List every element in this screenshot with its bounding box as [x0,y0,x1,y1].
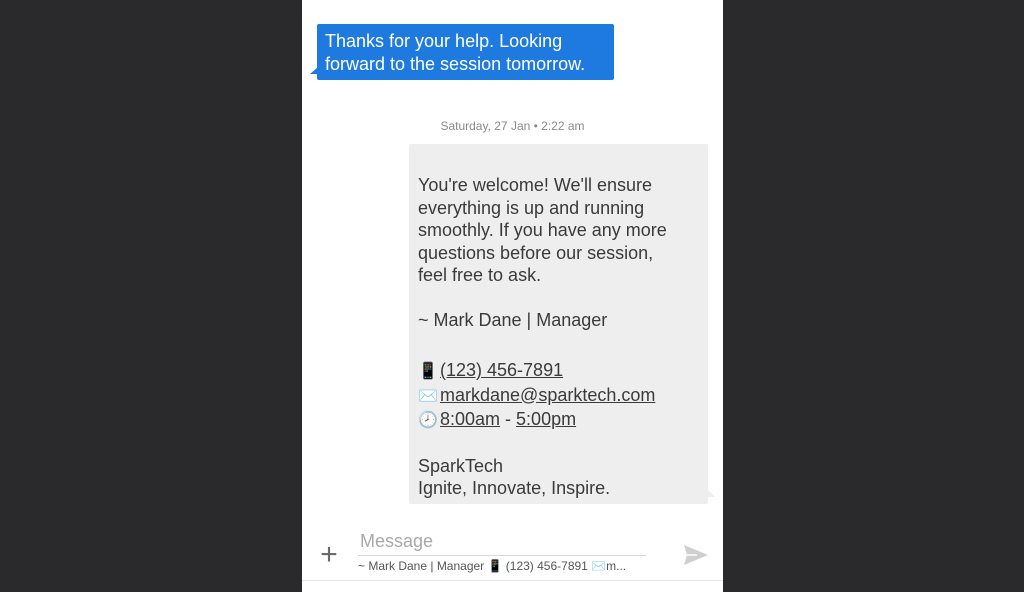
signature-preview[interactable]: ~ Mark Dane | Manager 📱 (123) 456-7891 ✉… [358,559,646,573]
message-body-line: You're welcome! We'll ensure [418,175,652,195]
signature-company: SparkTech [418,455,504,476]
incoming-message-bubble[interactable]: Thanks for your help. Looking forward to… [310,24,614,80]
message-composer: + ~ Mark Dane | Manager 📱 (123) 456-7891… [302,524,723,592]
message-body-line: smoothly. If you have any more [418,220,667,240]
message-timestamp: Saturday, 27 Jan • 2:22 am [302,119,723,133]
plus-icon: + [320,538,338,571]
message-input[interactable] [358,529,646,556]
add-attachment-button[interactable]: + [316,540,342,570]
clock-icon: 🕗 [418,412,438,429]
incoming-message-line-1: Thanks for your help. Looking [325,31,563,51]
timestamp-text: Saturday, 27 Jan • 2:22 am [440,119,585,133]
message-body-line: everything is up and running [418,197,645,218]
email-link[interactable]: markdane@sparktech.com [440,385,655,405]
bubble-tail [310,67,318,74]
signature-email-row: ✉️ markdane@sparktech.com [418,384,698,409]
phone-link[interactable]: (123) 456-7891 [440,360,563,380]
hours-start-link[interactable]: 8:00am [440,409,500,429]
bubble-tail [707,489,715,497]
signature-phone-row: 📱 (123) 456-7891 [418,359,698,384]
messaging-app: Thanks for your help. Looking forward to… [302,0,723,592]
divider [302,580,723,581]
hours-end-link[interactable]: 5:00pm [516,409,576,429]
hours-separator: - [500,409,517,429]
screen: Thanks for your help. Looking forward to… [0,0,1024,592]
signature-tagline: Ignite, Innovate, Inspire. [418,478,611,498]
send-icon [684,545,708,565]
signature-hours-row: 🕗 8:00am - 5:00pm [418,408,698,433]
outgoing-message-bubble[interactable]: You're welcome! We'll ensure everything … [409,144,715,504]
message-body-line: feel free to ask. [418,265,542,285]
envelope-icon: ✉️ [418,387,438,405]
send-button[interactable] [683,543,709,567]
signature-name: ~ Mark Dane | Manager [418,309,608,330]
incoming-message-line-2: forward to the session tomorrow. [325,54,586,74]
message-body-line: questions before our session, [418,242,654,263]
mobile-phone-icon: 📱 [418,363,438,380]
